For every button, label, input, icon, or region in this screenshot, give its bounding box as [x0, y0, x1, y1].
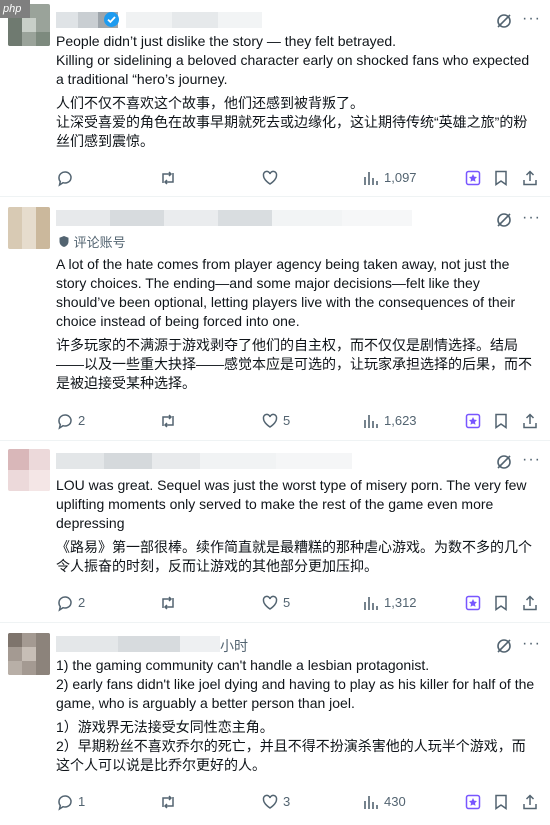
grok-icon[interactable]	[495, 637, 513, 655]
like-button[interactable]: 5	[261, 592, 321, 614]
heart-icon	[262, 794, 278, 809]
share-icon[interactable]	[521, 412, 539, 430]
post-actions: 1,097	[56, 167, 542, 189]
repost-icon	[162, 171, 174, 185]
post-card[interactable]: ··· People didn’t just dislike the story…	[0, 0, 550, 197]
reply-icon	[58, 795, 72, 811]
like-button[interactable]	[261, 167, 321, 189]
heart-icon	[262, 170, 278, 185]
like-button[interactable]: 3	[261, 791, 321, 813]
more-options-icon[interactable]: ···	[522, 635, 540, 653]
share-icon[interactable]	[521, 793, 539, 811]
repost-icon	[162, 414, 174, 428]
repost-icon	[162, 795, 174, 809]
avatar[interactable]	[8, 207, 50, 249]
bookmark-icon[interactable]	[492, 594, 510, 612]
user-name-blurred[interactable]	[56, 453, 200, 469]
repost-button[interactable]	[159, 592, 219, 614]
more-options-icon[interactable]: ···	[522, 10, 540, 28]
post-time[interactable]: 小时	[220, 636, 248, 656]
user-handle-blurred[interactable]	[272, 210, 412, 226]
post-card[interactable]: ··· 评论账号 A lot of the hate comes from pl…	[0, 197, 550, 441]
views-button[interactable]: 1,097	[362, 167, 432, 189]
post-text-chinese: 许多玩家的不满源于游戏剥夺了他们的自主权，而不仅仅是剧情选择。结局——以及一些重…	[56, 337, 532, 391]
shield-icon	[59, 236, 69, 247]
views-button[interactable]: 1,312	[362, 592, 432, 614]
bookmark-icon[interactable]	[492, 793, 510, 811]
grok-icon[interactable]	[495, 12, 513, 30]
post-card[interactable]: 小时 ··· 1) the gaming community can't han…	[0, 623, 550, 825]
post-text-english: LOU was great. Sequel was just the worst…	[56, 477, 531, 531]
user-name-blurred[interactable]	[56, 210, 272, 226]
bookmark-icon[interactable]	[492, 412, 510, 430]
user-handle-blurred[interactable]	[126, 12, 262, 28]
more-options-icon[interactable]: ···	[522, 451, 540, 469]
post-text-english: A lot of the hate comes from player agen…	[56, 256, 520, 329]
verified-badge-icon	[104, 12, 119, 27]
post-actions: 1 3 430	[56, 791, 542, 813]
post-text-chinese: 《路易》第一部很棒。续作简直就是最糟糕的那种虐心游戏。为数不多的几个令人振奋的时…	[56, 539, 532, 574]
views-icon	[364, 172, 378, 185]
heart-icon	[262, 413, 278, 428]
grok-bookmark-icon[interactable]	[464, 412, 482, 430]
reply-icon	[58, 596, 72, 612]
views-icon	[364, 597, 378, 610]
repost-button[interactable]	[159, 410, 219, 432]
grok-icon[interactable]	[495, 211, 513, 229]
reply-button[interactable]: 1	[56, 791, 116, 813]
reply-icon	[58, 171, 72, 187]
share-icon[interactable]	[521, 169, 539, 187]
grok-bookmark-icon[interactable]	[464, 169, 482, 187]
grok-bookmark-icon[interactable]	[464, 793, 482, 811]
watermark-logo: php	[0, 0, 30, 18]
post-actions: 2 5 1,623	[56, 410, 542, 432]
like-button[interactable]: 5	[261, 410, 321, 432]
more-options-icon[interactable]: ···	[522, 209, 540, 227]
share-icon[interactable]	[521, 594, 539, 612]
avatar[interactable]	[8, 449, 50, 491]
repost-button[interactable]	[159, 167, 219, 189]
reply-button[interactable]: 2	[56, 592, 116, 614]
repost-button[interactable]	[159, 791, 219, 813]
avatar[interactable]	[8, 633, 50, 675]
post-text-english: 1) the gaming community can't handle a l…	[56, 657, 535, 711]
repost-icon	[162, 596, 174, 610]
post-actions: 2 5 1,312	[56, 592, 542, 614]
account-label: 评论账号	[58, 232, 126, 250]
views-icon	[364, 796, 378, 809]
post-card[interactable]: ··· LOU was great. Sequel was just the w…	[0, 441, 550, 623]
user-handle-blurred[interactable]	[200, 453, 352, 469]
grok-bookmark-icon[interactable]	[464, 594, 482, 612]
views-icon	[364, 415, 378, 428]
post-text-english: People didn’t just dislike the story — t…	[56, 33, 530, 87]
post-text-chinese: 人们不仅不喜欢这个故事，他们还感到被背叛了。 让深受喜爱的角色在故事早期就死去或…	[56, 95, 528, 149]
reply-icon	[58, 414, 72, 430]
views-button[interactable]: 430	[362, 791, 432, 813]
grok-icon[interactable]	[495, 453, 513, 471]
views-button[interactable]: 1,623	[362, 410, 432, 432]
user-name-blurred[interactable]	[56, 636, 180, 652]
reply-button[interactable]: 2	[56, 410, 116, 432]
heart-icon	[262, 595, 278, 610]
post-text-chinese: 1）游戏界无法接受女同性恋主角。 2）早期粉丝不喜欢乔尔的死亡，并且不得不扮演杀…	[56, 719, 526, 773]
reply-button[interactable]	[56, 167, 116, 189]
user-handle-blurred[interactable]	[180, 636, 220, 652]
bookmark-icon[interactable]	[492, 169, 510, 187]
account-label-text: 评论账号	[73, 235, 126, 250]
